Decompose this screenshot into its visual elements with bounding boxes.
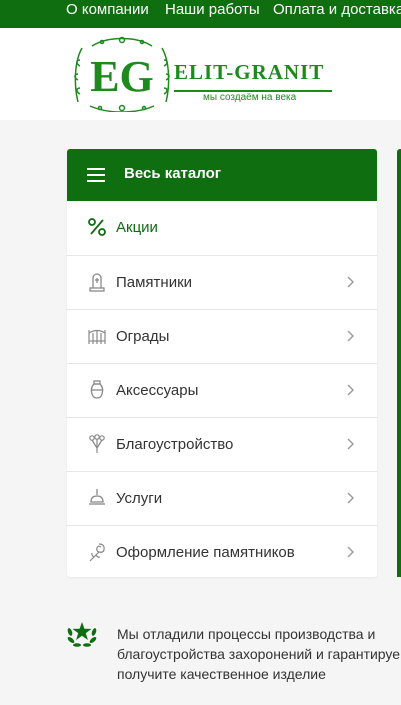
catalog-item-services[interactable]: Услуги: [67, 471, 377, 525]
chevron-right-icon: [347, 330, 354, 342]
info-line: получите качественное изделие: [117, 666, 326, 682]
catalog-item-label: Ограды: [116, 328, 170, 345]
svg-text:EG: EG: [90, 52, 154, 101]
rose-icon: [89, 543, 105, 562]
flowers-icon: [89, 434, 105, 453]
monument-icon: [89, 273, 105, 292]
catalog-item-monument-design[interactable]: Оформление памятников: [67, 525, 377, 577]
catalog-item-accessories[interactable]: Аксессуары: [67, 363, 377, 417]
fence-icon: [88, 329, 106, 344]
nav-link-works[interactable]: Наши работы: [165, 0, 260, 20]
info-text: Мы отладили процессы производства и благ…: [117, 624, 401, 684]
slider-edge: [397, 149, 401, 577]
info-line: благоустройства захоронений и гарантируе…: [117, 646, 401, 662]
logo-tagline: мы создаём на века: [203, 92, 297, 103]
chevron-right-icon: [347, 384, 354, 396]
logo-monogram: EG: [74, 36, 170, 113]
chevron-right-icon: [347, 546, 354, 558]
catalog-item-monuments[interactable]: Памятники: [67, 255, 377, 309]
catalog-item-label: Благоустройство: [116, 436, 234, 453]
top-navigation: О компании Наши работы Оплата и доставка: [0, 0, 401, 28]
catalog-title: Весь каталог: [124, 165, 221, 182]
vase-icon: [90, 380, 104, 399]
catalog-item-sale[interactable]: Акции: [67, 201, 377, 255]
catalog-item-label: Услуги: [116, 490, 163, 507]
bell-icon: [89, 489, 105, 505]
catalog-item-fences[interactable]: Ограды: [67, 309, 377, 363]
site-logo[interactable]: EG ELIT-GRANIT мы создаём на века: [72, 36, 334, 113]
chevron-right-icon: [347, 492, 354, 504]
catalog-item-label: Памятники: [116, 274, 193, 291]
logo-name: ELIT-GRANIT: [174, 60, 325, 84]
catalog-item-landscaping[interactable]: Благоустройство: [67, 417, 377, 471]
chevron-right-icon: [347, 438, 354, 450]
catalog-header[interactable]: Весь каталог: [67, 149, 377, 201]
nav-link-payment-delivery[interactable]: Оплата и доставка: [273, 0, 401, 20]
catalog-item-label: Акции: [116, 219, 158, 236]
hamburger-icon: [87, 168, 105, 182]
catalog-item-label: Аксессуары: [116, 382, 199, 399]
catalog-menu: Весь каталог Акции Памятники Ограды Аксе…: [67, 149, 377, 577]
percent-icon: [88, 218, 106, 236]
catalog-item-label: Оформление памятников: [116, 544, 295, 561]
chevron-right-icon: [347, 276, 354, 288]
info-line: Мы отладили процессы производства и: [117, 626, 376, 642]
nav-link-about[interactable]: О компании: [66, 0, 149, 20]
site-header: EG ELIT-GRANIT мы создаём на века: [0, 28, 401, 120]
laurel-star-icon: [67, 622, 97, 647]
